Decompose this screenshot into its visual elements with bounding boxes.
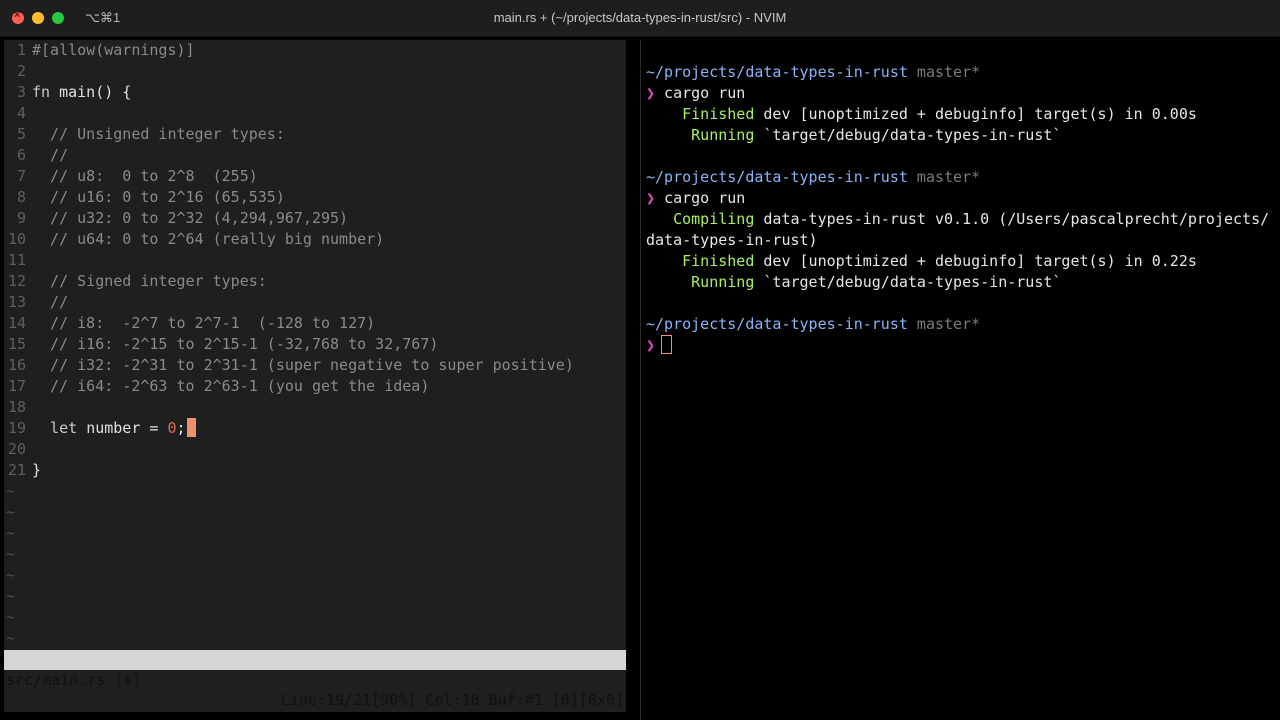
- line-number: 7: [16, 167, 26, 185]
- status-line: src/main.rs [+] Line:19/21[90%] Col:18 B…: [4, 650, 626, 709]
- terminal-pane[interactable]: ~/projects/data-types-in-rust master* ❯ c…: [646, 62, 1276, 356]
- line-number: 19: [7, 419, 26, 437]
- code-text: let number = 0;: [32, 418, 196, 439]
- editor-pane[interactable]: 1 #[allow(warnings)] 2 3 fn main() { 4 5 // Un…: [4, 40, 626, 712]
- window-titlebar: ⌥⌘1 main.rs + (~/projects/data-types-in-…: [0, 0, 1280, 37]
- line-number: 15: [7, 335, 26, 353]
- code-text: // u16: 0 to 2^16 (65,535): [32, 188, 285, 206]
- line-number: 11: [7, 251, 26, 269]
- status-file: src/main.rs [+]: [6, 671, 142, 689]
- line-number: 1: [16, 41, 26, 59]
- line-number: 18: [7, 398, 26, 416]
- line-number: 13: [7, 293, 26, 311]
- empty-line-marker: ~: [6, 566, 16, 584]
- terminal-line: Finished dev [unoptimized + debuginfo] t…: [646, 105, 1197, 123]
- terminal-line: Compiling data-types-in-rust v0.1.0 (/Us…: [646, 210, 1270, 228]
- empty-line-marker: ~: [6, 482, 16, 500]
- code-text: }: [32, 461, 42, 479]
- line-number: 9: [16, 209, 26, 227]
- line-number: 2: [16, 62, 26, 80]
- terminal-line: ~/projects/data-types-in-rust master*: [646, 168, 981, 186]
- code-text: //: [32, 146, 69, 164]
- line-number: 10: [7, 230, 26, 248]
- terminal-line: data-types-in-rust): [646, 231, 818, 249]
- line-number: 20: [7, 440, 26, 458]
- terminal-line: Running `target/debug/data-types-in-rust…: [646, 273, 1062, 291]
- line-number: 14: [7, 314, 26, 332]
- code-text: //: [32, 293, 69, 311]
- terminal-line: Finished dev [unoptimized + debuginfo] t…: [646, 252, 1197, 270]
- line-number: 12: [7, 272, 26, 290]
- empty-line-marker: ~: [6, 545, 16, 563]
- editor-cursor: [186, 418, 196, 437]
- terminal-cursor: [661, 335, 673, 354]
- status-position: Line:19/21[90%] Col:18 Buf:#1 [0][0x0]: [280, 691, 624, 709]
- empty-line-marker: ~: [6, 524, 16, 542]
- code-text: // i64: -2^63 to 2^63-1 (you get the ide…: [32, 377, 430, 395]
- terminal-line: ~/projects/data-types-in-rust master*: [646, 315, 981, 333]
- line-number: 8: [16, 188, 26, 206]
- terminal-line: ❯ cargo run: [646, 84, 746, 102]
- line-number: 17: [7, 377, 26, 395]
- line-number: 21: [7, 461, 26, 479]
- terminal-line: Running `target/debug/data-types-in-rust…: [646, 126, 1062, 144]
- code-text: // u64: 0 to 2^64 (really big number): [32, 230, 385, 248]
- code-text: // i32: -2^31 to 2^31-1 (super negative …: [32, 356, 574, 374]
- code-text: // Unsigned integer types:: [32, 125, 285, 143]
- code-text: // i16: -2^15 to 2^15-1 (-32,768 to 32,7…: [32, 335, 439, 353]
- window-title: main.rs + (~/projects/data-types-in-rust…: [493, 10, 787, 25]
- line-number: 4: [16, 104, 26, 122]
- terminal-line: ❯ cargo run: [646, 189, 746, 207]
- line-number: 16: [7, 356, 26, 374]
- terminal-line: ~/projects/data-types-in-rust master*: [646, 63, 981, 81]
- line-number: 6: [16, 146, 26, 164]
- code-text: #[allow(warnings)]: [32, 41, 195, 59]
- empty-line-marker: ~: [6, 503, 16, 521]
- code-text: // Signed integer types:: [32, 272, 267, 290]
- line-number: 3: [16, 83, 26, 101]
- code-text: // u32: 0 to 2^32 (4,294,967,295): [32, 209, 349, 227]
- pane-divider[interactable]: [640, 40, 641, 720]
- empty-line-marker: ~: [6, 629, 16, 647]
- code-text: fn main() {: [32, 83, 132, 101]
- code-text: // u8: 0 to 2^8 (255): [32, 167, 258, 185]
- terminal-line: ❯: [646, 335, 1276, 356]
- line-number: 5: [16, 125, 26, 143]
- empty-line-marker: ~: [6, 608, 16, 626]
- code-text: // i8: -2^7 to 2^7-1 (-128 to 127): [32, 314, 376, 332]
- empty-line-marker: ~: [6, 587, 16, 605]
